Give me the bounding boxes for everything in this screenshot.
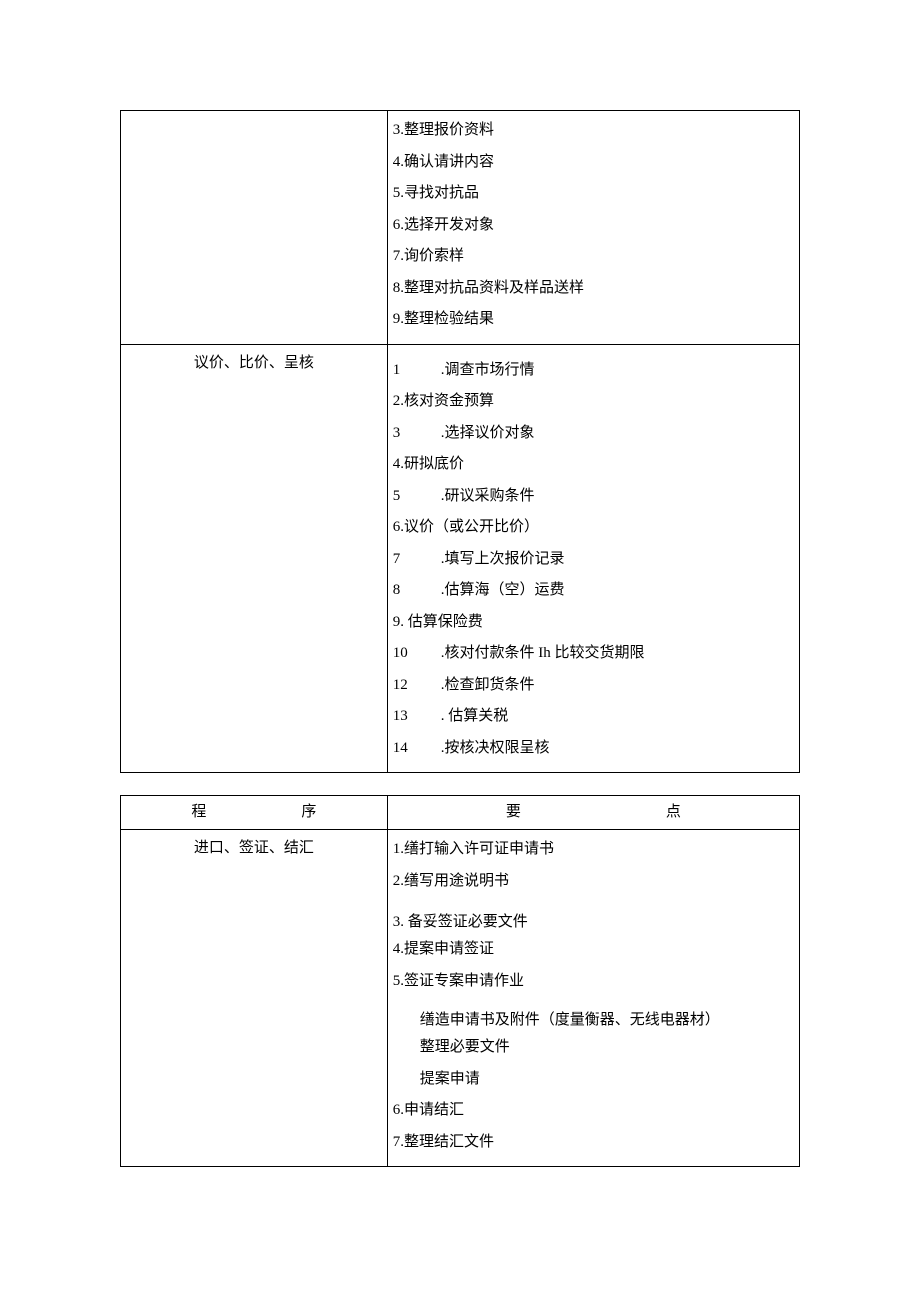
item-text: .检查卸货条件 — [441, 677, 535, 693]
list-item: 3. 备妥签证必要文件 — [392, 907, 795, 939]
cell-right: 1.调查市场行情 2.核对资金预算 3.选择议价对象 4.研拟底价 5.研议采购… — [387, 344, 799, 773]
list-item: 5.研议采购条件 — [392, 481, 795, 513]
list-item: 7.填写上次报价记录 — [392, 544, 795, 576]
table-row: 进口、签证、结汇 1.缮打输入许可证申请书 2.缮写用途说明书 3. 备妥签证必… — [121, 830, 800, 1167]
table-row: 3.整理报价资料 4.确认请讲内容 5.寻找对抗品 6.选择开发对象 7.询价索… — [121, 111, 800, 345]
list-item: 8.整理对抗品资料及样品送样 — [392, 273, 795, 305]
item-text: .签证专案申请作业 — [400, 973, 524, 989]
item-num: 7 — [393, 544, 441, 576]
list-item: 6.议价（或公开比价） — [392, 512, 795, 544]
item-text: .整理检验结果 — [400, 311, 494, 327]
list-item: 5.签证专案申请作业 — [392, 966, 795, 998]
item-text: .寻找对抗品 — [400, 185, 479, 201]
item-text: .估算海（空）运费 — [441, 582, 565, 598]
list-item: 7.整理结汇文件 — [392, 1127, 795, 1159]
list-item: 2.核对资金预算 — [392, 386, 795, 418]
sub-item: 提案申请 — [392, 1064, 795, 1096]
list-item: 1.调查市场行情 — [392, 355, 795, 387]
item-num: 5 — [393, 481, 441, 513]
list-item: 4.研拟底价 — [392, 449, 795, 481]
item-text: .选择开发对象 — [400, 217, 494, 233]
cell-left — [121, 111, 388, 345]
list-item: 4.确认请讲内容 — [392, 147, 795, 179]
list-item: 8.估算海（空）运费 — [392, 575, 795, 607]
table-row: 议价、比价、呈核 1.调查市场行情 2.核对资金预算 3.选择议价对象 4.研拟… — [121, 344, 800, 773]
item-text: .申请结汇 — [400, 1102, 464, 1118]
item-text: .核对资金预算 — [400, 393, 494, 409]
item-num: 3 — [393, 418, 441, 450]
cell-left: 议价、比价、呈核 — [121, 344, 388, 773]
list-item: 3.选择议价对象 — [392, 418, 795, 450]
list-item: 4.提案申请签证 — [392, 939, 795, 960]
list-item: 14.按核决权限呈核 — [392, 733, 795, 765]
cell-right: 3.整理报价资料 4.确认请讲内容 5.寻找对抗品 6.选择开发对象 7.询价索… — [387, 111, 799, 345]
list-item: 9. 估算保险费 — [392, 607, 795, 639]
item-text: .整理对抗品资料及样品送样 — [400, 280, 584, 296]
item-text: .缮写用途说明书 — [400, 873, 509, 889]
list-item: 2.缮写用途说明书 — [392, 866, 795, 898]
item-text: . 估算保险费 — [400, 614, 483, 630]
item-text: .议价（或公开比价） — [400, 519, 539, 535]
item-text: .整理结汇文件 — [400, 1134, 494, 1150]
item-text: .填写上次报价记录 — [441, 551, 565, 567]
table-header-row: 程序 要点 — [121, 796, 800, 830]
item-num: 13 — [393, 701, 441, 733]
item-num: 12 — [393, 670, 441, 702]
item-text: .核对付款条件 Ih 比较交货期限 — [441, 645, 645, 661]
list-item: 13. 估算关税 — [392, 701, 795, 733]
table-1: 3.整理报价资料 4.确认请讲内容 5.寻找对抗品 6.选择开发对象 7.询价索… — [120, 110, 800, 773]
list-item: 9.整理检验结果 — [392, 304, 795, 336]
item-text: .研议采购条件 — [441, 488, 535, 504]
hdr-char: 程 — [191, 804, 206, 820]
item-text: .询价索样 — [400, 248, 464, 264]
item-text: .确认请讲内容 — [400, 154, 494, 170]
cell-right: 1.缮打输入许可证申请书 2.缮写用途说明书 3. 备妥签证必要文件 4.提案申… — [387, 830, 799, 1167]
item-num: 10 — [393, 638, 441, 670]
item-text: .提案申请签证 — [400, 941, 494, 957]
item-text: . 备妥签证必要文件 — [400, 914, 528, 930]
row-title: 进口、签证、结汇 — [194, 840, 314, 856]
item-text: .缮打输入许可证申请书 — [400, 841, 554, 857]
hdr-char: 点 — [666, 804, 681, 820]
list-item: 6.选择开发对象 — [392, 210, 795, 242]
list-item: 10.核对付款条件 Ih 比较交货期限 — [392, 638, 795, 670]
sub-text: 提案申请 — [420, 1071, 480, 1087]
item-text: .选择议价对象 — [441, 425, 535, 441]
list-item: 3.整理报价资料 — [392, 115, 795, 147]
list-item: 5.寻找对抗品 — [392, 178, 795, 210]
list-item: 6.申请结汇 — [392, 1095, 795, 1127]
header-left: 程序 — [121, 796, 388, 830]
sub-item: 整理必要文件 — [392, 1037, 795, 1058]
item-text: .整理报价资料 — [400, 122, 494, 138]
item-num: 8 — [393, 575, 441, 607]
item-text: .调查市场行情 — [441, 362, 535, 378]
table-2: 程序 要点 进口、签证、结汇 1.缮打输入许可证申请书 2.缮写用途说明书 3.… — [120, 795, 800, 1167]
row-title: 议价、比价、呈核 — [194, 355, 314, 371]
list-item: 12.检查卸货条件 — [392, 670, 795, 702]
list-item: 7.询价索样 — [392, 241, 795, 273]
header-right: 要点 — [387, 796, 799, 830]
sub-item: 缮造申请书及附件（度量衡器、无线电器材） — [392, 1005, 795, 1037]
item-text: .按核决权限呈核 — [441, 740, 550, 756]
sub-text: 整理必要文件 — [420, 1039, 510, 1055]
list-item: 1.缮打输入许可证申请书 — [392, 834, 795, 866]
item-text: .研拟底价 — [400, 456, 464, 472]
item-text: . 估算关税 — [441, 708, 509, 724]
cell-left: 进口、签证、结汇 — [121, 830, 388, 1167]
item-num: 14 — [393, 733, 441, 765]
hdr-char: 要 — [506, 804, 521, 820]
sub-text: 缮造申请书及附件（度量衡器、无线电器材） — [420, 1012, 720, 1028]
hdr-char: 序 — [301, 804, 316, 820]
item-num: 1 — [393, 355, 441, 387]
